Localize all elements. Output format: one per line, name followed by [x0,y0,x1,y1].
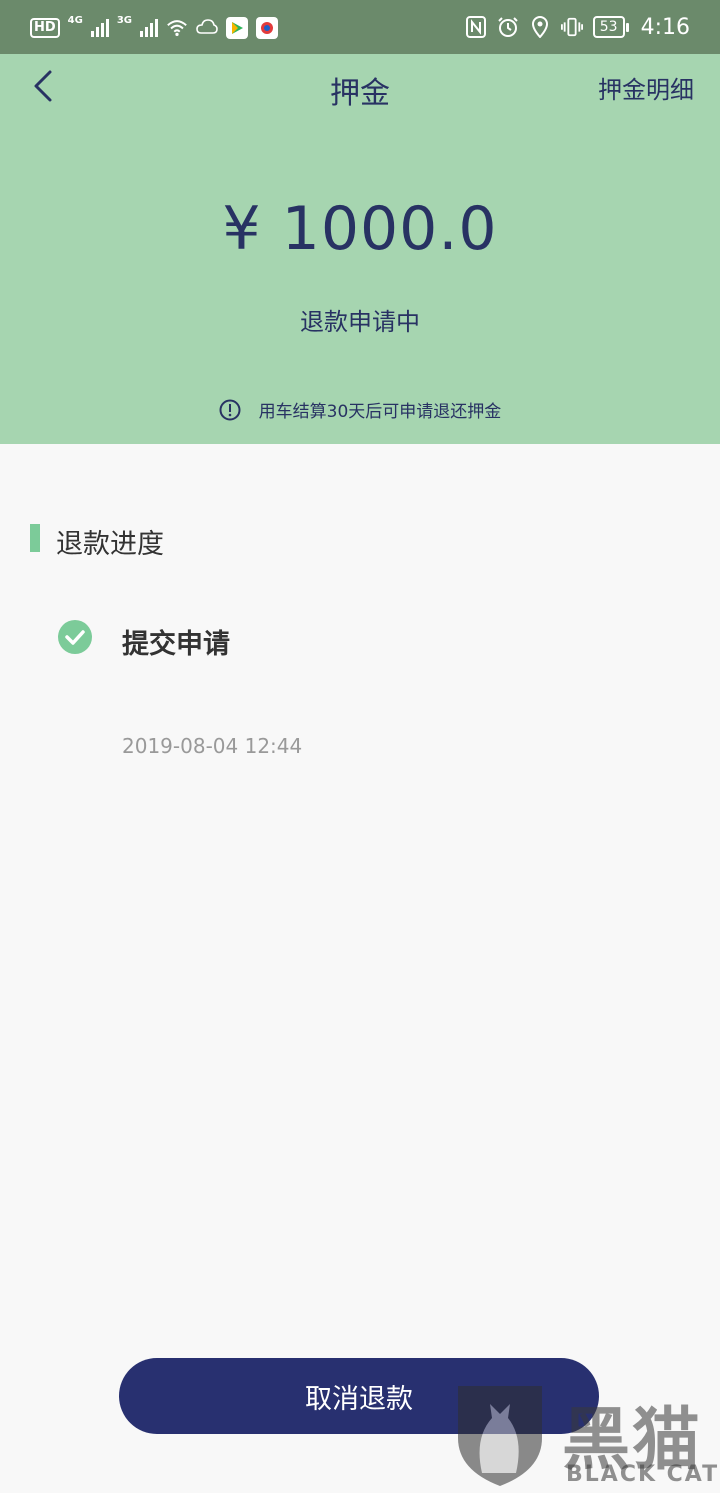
status-left: HD 4G 3G [30,14,279,42]
step-timestamp: 2019-08-04 12:44 [122,734,303,758]
news-app-icon [256,17,279,39]
deposit-amount: ¥ 1000.0 [222,194,498,264]
clock: 4:16 [640,14,690,40]
location-icon [529,16,551,38]
deposit-header: 押金 押金明细 ¥ 1000.0 退款申请中 用车结算30天后可申请退还押金 [0,54,720,444]
network-type-2: 3G [116,14,133,26]
status-bar: HD 4G 3G 53 4:16 [0,0,720,54]
deposit-notice: 用车结算30天后可申请退还押金 [0,397,720,422]
notice-text: 用车结算30天后可申请退还押金 [258,402,502,422]
watermark-en: BLACK CAT [566,1462,720,1487]
vibrate-icon [560,16,583,38]
signal-icon-2 [140,19,159,37]
nfc-icon [465,16,487,38]
hd-badge: HD [30,18,60,38]
alarm-icon [497,16,519,38]
check-circle-icon [58,620,92,654]
video-app-icon [226,17,249,39]
battery-indicator: 53 [592,16,629,38]
wifi-icon [166,17,188,39]
black-cat-logo-icon [458,1386,542,1486]
status-right: 53 4:16 [465,12,690,42]
info-icon [219,399,241,420]
deposit-detail-link[interactable]: 押金明细 [598,70,694,105]
cloud-icon [196,17,218,39]
step-title: 提交申请 [122,629,230,660]
signal-icon [90,19,109,37]
section-title: 退款进度 [56,529,164,560]
section-accent-bar [30,524,40,552]
network-type-1: 4G [67,14,83,26]
refund-status: 退款申请中 [300,308,420,336]
